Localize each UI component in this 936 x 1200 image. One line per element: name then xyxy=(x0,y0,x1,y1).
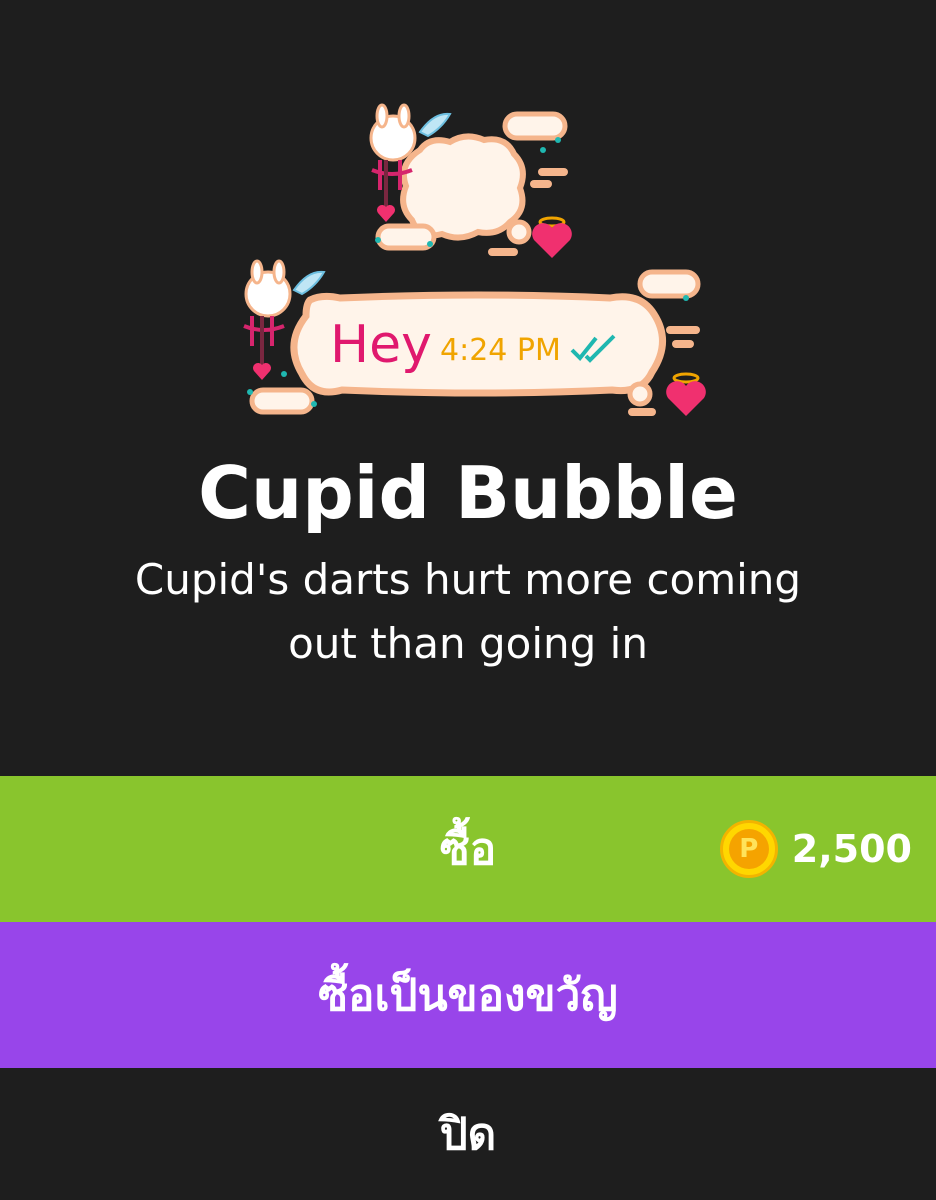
coin-letter: P xyxy=(728,829,769,869)
bubble-preview: Hey 4:24 PM xyxy=(0,0,936,440)
buy-button[interactable]: ซื้อ P 2,500 xyxy=(0,776,936,922)
buy-label: ซื้อ xyxy=(439,824,497,875)
sticker-description: Cupid's darts hurt more coming out than … xyxy=(134,555,802,668)
close-button[interactable]: ปิด xyxy=(0,1068,936,1200)
preview-time: 4:24 PM xyxy=(440,333,561,368)
large-bubble-preview: Hey 4:24 PM xyxy=(243,259,706,416)
price-tag: P 2,500 xyxy=(719,776,912,922)
sticker-title: Cupid Bubble xyxy=(198,451,738,535)
coin-icon: P xyxy=(719,820,778,878)
cupid-bubble-illustration: Hey 4:24 PM xyxy=(243,103,706,416)
price-amount: 2,500 xyxy=(791,827,912,871)
small-bubble-preview xyxy=(369,103,572,258)
gift-label: ซื้อเป็นของขวัญ xyxy=(318,970,618,1021)
close-label: ปิด xyxy=(439,1109,497,1160)
gift-button[interactable]: ซื้อเป็นของขวัญ xyxy=(0,922,936,1068)
preview-message: Hey xyxy=(330,315,432,375)
